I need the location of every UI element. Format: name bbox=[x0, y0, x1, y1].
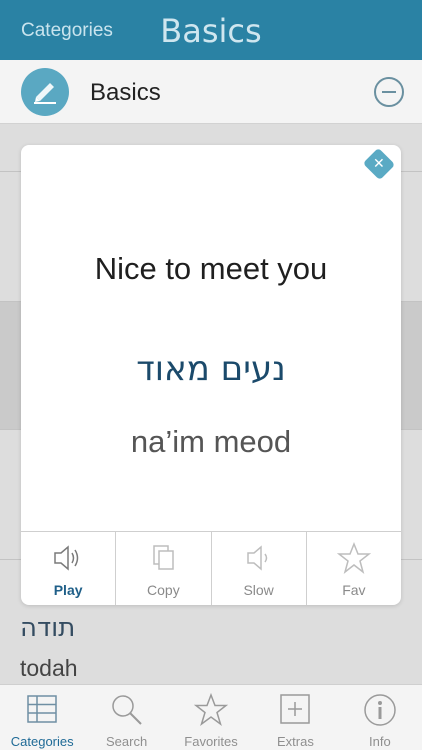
speaker-slow-icon bbox=[212, 542, 306, 574]
category-header: Basics bbox=[0, 60, 422, 124]
search-icon bbox=[84, 693, 168, 729]
copy-icon bbox=[116, 542, 210, 574]
fav-label: Fav bbox=[342, 582, 366, 598]
tab-label: Info bbox=[368, 734, 391, 749]
navigation-bar: Categories Basics bbox=[0, 0, 422, 60]
tab-categories[interactable]: Categories bbox=[0, 685, 84, 750]
tab-favorites[interactable]: Favorites bbox=[169, 685, 253, 750]
phrase-transliteration: na’im meod bbox=[130, 424, 292, 459]
phrase-hebrew: נעים מאוד bbox=[136, 349, 286, 389]
favorite-button[interactable]: Fav bbox=[307, 532, 401, 605]
copy-label: Copy bbox=[147, 582, 180, 598]
play-label: Play bbox=[53, 582, 83, 598]
category-title: Basics bbox=[90, 79, 161, 106]
info-icon bbox=[338, 693, 422, 729]
slow-button[interactable]: Slow bbox=[212, 532, 307, 605]
speaker-icon bbox=[21, 542, 115, 574]
tab-label: Extras bbox=[277, 734, 314, 749]
tab-extras[interactable]: Extras bbox=[253, 685, 337, 750]
close-modal-button[interactable]: ✕ bbox=[362, 147, 396, 181]
copy-button[interactable]: Copy bbox=[116, 532, 212, 605]
phrase-actions: Play Copy Slow Fav bbox=[21, 531, 401, 605]
star-icon bbox=[307, 542, 401, 574]
list-icon bbox=[0, 693, 84, 729]
tab-label: Categories bbox=[10, 734, 74, 749]
tab-search[interactable]: Search bbox=[84, 685, 168, 750]
slow-label: Slow bbox=[243, 582, 274, 598]
phrase-english: Nice to meet you bbox=[94, 251, 328, 286]
close-icon: ✕ bbox=[373, 155, 385, 172]
phrase-detail-modal: ✕ Nice to meet you נעים מאוד na’im meod … bbox=[21, 145, 401, 605]
tab-label: Search bbox=[106, 734, 148, 749]
tab-info[interactable]: Info bbox=[338, 685, 422, 750]
plus-box-icon bbox=[253, 693, 337, 729]
page-title: Basics bbox=[160, 12, 262, 50]
tab-label: Favorites bbox=[184, 734, 238, 749]
writing-hand-icon bbox=[21, 68, 69, 116]
collapse-category-button[interactable] bbox=[374, 77, 404, 107]
tab-bar: Categories Search Favorites Extras Info bbox=[0, 684, 422, 750]
play-button[interactable]: Play bbox=[21, 532, 117, 605]
star-icon bbox=[169, 693, 253, 729]
